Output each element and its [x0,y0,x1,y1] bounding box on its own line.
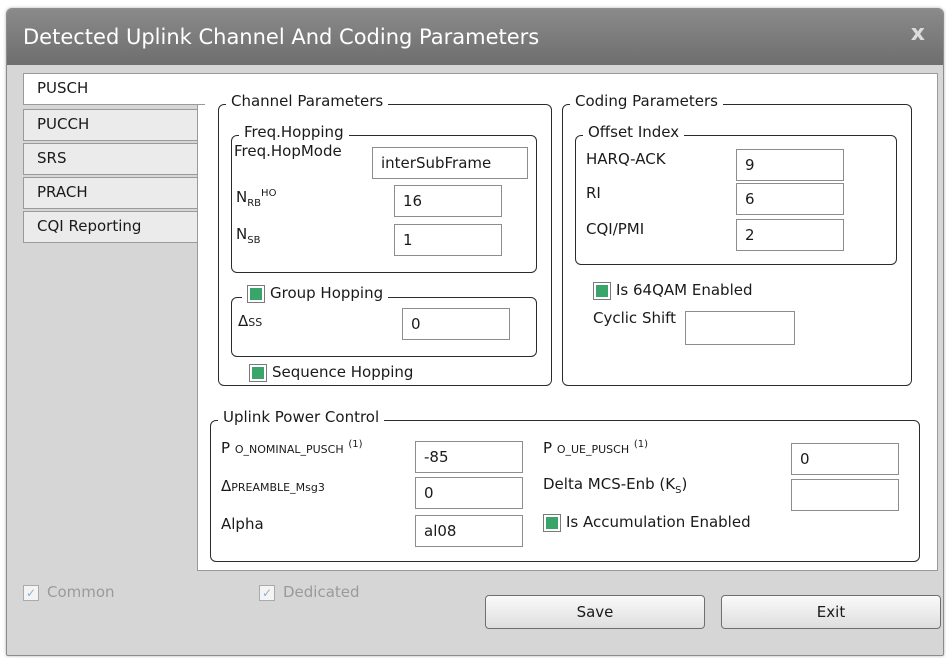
group-hopping-checkbox[interactable]: Group Hopping [242,284,389,303]
p-o-nominal-pusch-field[interactable]: -85 [415,441,523,473]
group-hopping-group: Group Hopping ΔSS 0 [231,284,537,357]
tab-label: SRS [37,149,67,167]
coding-parameters-legend: Coding Parameters [570,92,723,110]
freq-hop-mode-label: Freq.HopMode [234,142,342,160]
delta-mcs-enb-field[interactable] [791,479,899,511]
delta-mcs-text: Delta MCS-Enb (K [543,475,676,493]
nsb-label: NSB [236,225,260,246]
sequence-hopping-checkbox[interactable]: Sequence Hopping [249,363,414,382]
common-checkbox[interactable]: ✓ Common [23,583,115,601]
tab-label: PRACH [37,183,88,201]
delta-ss-label: ΔSS [238,312,262,330]
coding-parameters-group: Coding Parameters Offset Index HARQ-ACK … [562,92,912,386]
nsb-sub: SB [247,235,261,246]
delta-preamble-msg3-label: ΔPREAMBLE_Msg3 [221,477,325,495]
harq-ack-field[interactable]: 9 [736,149,844,181]
delta-preamble-sub: PREAMBLE_Msg3 [231,481,325,494]
is-accumulation-enabled-checkbox[interactable]: Is Accumulation Enabled [543,513,751,532]
checkbox-checked-icon [593,281,611,300]
checkbox-checked-icon [543,513,561,532]
p-o-ue-pusch-field[interactable]: 0 [791,443,899,475]
is-64qam-enabled-checkbox[interactable]: Is 64QAM Enabled [593,281,753,300]
p-o-ue-pusch-label: P O_UE_PUSCH (1) [543,439,648,457]
delta-preamble-main: Δ [221,477,232,495]
tab-cqi-reporting[interactable]: CQI Reporting [23,211,203,243]
p-ue-sub: O_UE_PUSCH [556,443,630,456]
tab-label: PUCCH [37,115,90,133]
delta-preamble-msg3-field[interactable]: 0 [415,477,523,509]
nrb-ho-field[interactable]: 16 [394,185,502,217]
ri-field[interactable]: 6 [736,183,844,215]
tab-prach[interactable]: PRACH [23,177,203,209]
pusch-panel: Channel Parameters Freq.Hopping Freq.Hop… [197,73,938,571]
common-label: Common [47,583,115,601]
nrb-main: N [236,188,248,206]
offset-index-legend: Offset Index [583,123,685,141]
delta-mcs-close: ) [681,475,688,493]
channel-parameters-legend: Channel Parameters [226,92,389,110]
tab-pusch[interactable]: PUSCH [23,73,205,105]
check-icon: ✓ [259,584,275,601]
p-ue-sup: (1) [633,439,649,450]
p-nominal-sub: O_NOMINAL_PUSCH [234,443,344,456]
tab-pucch[interactable]: PUCCH [23,109,203,141]
p-o-nominal-pusch-label: P O_NOMINAL_PUSCH (1) [221,439,363,457]
cyclic-shift-field[interactable] [685,311,795,345]
dedicated-checkbox[interactable]: ✓ Dedicated [259,583,360,601]
close-icon[interactable]: x [911,21,925,46]
tab-srs[interactable]: SRS [23,143,203,175]
nrb-ho-label: NRBHO [236,188,276,209]
cyclic-shift-label: Cyclic Shift [593,309,677,327]
freq-hopping-legend: Freq.Hopping [239,123,349,141]
tab-label: PUSCH [37,79,89,97]
harq-ack-label: HARQ-ACK [586,150,666,168]
delta-ss-field[interactable]: 0 [402,308,510,340]
nsb-field[interactable]: 1 [394,224,502,256]
delta-sub: SS [248,316,263,329]
nsb-main: N [236,225,248,243]
sequence-hopping-label: Sequence Hopping [272,363,414,381]
alpha-field[interactable]: al08 [415,515,523,547]
cqi-pmi-field[interactable]: 2 [736,219,844,251]
checkbox-checked-icon [249,363,267,382]
save-button[interactable]: Save [485,595,705,629]
freq-hopping-group: Freq.Hopping Freq.HopMode interSubFrame … [231,123,537,273]
p-nominal-sup: (1) [348,439,363,450]
dialog-window: Detected Uplink Channel And Coding Param… [6,8,944,656]
exit-button[interactable]: Exit [721,595,941,629]
title-bar[interactable]: Detected Uplink Channel And Coding Param… [7,9,943,65]
delta-mcs-enb-label: Delta MCS-Enb (KS) [543,475,687,496]
nrb-sub: RB [247,198,262,209]
delta-main: Δ [238,312,249,330]
uplink-power-control-group: Uplink Power Control P O_NOMINAL_PUSCH (… [210,408,920,562]
p-ue-main: P [543,439,553,457]
is-64qam-enabled-label: Is 64QAM Enabled [616,281,753,299]
cqi-pmi-label: CQI/PMI [586,220,645,238]
offset-index-group: Offset Index HARQ-ACK 9 RI 6 CQI/PMI 2 [575,123,897,265]
uplink-power-control-legend: Uplink Power Control [218,408,385,426]
ri-label: RI [586,184,601,202]
nrb-sup: HO [261,188,277,199]
window-title: Detected Uplink Channel And Coding Param… [23,25,540,49]
p-nominal-main: P [221,439,231,457]
freq-hop-mode-field[interactable]: interSubFrame [372,147,528,179]
group-hopping-label: Group Hopping [270,284,384,302]
channel-parameters-group: Channel Parameters Freq.Hopping Freq.Hop… [218,92,552,386]
check-icon: ✓ [23,584,39,601]
alpha-label: Alpha [221,515,264,533]
dedicated-label: Dedicated [283,583,360,601]
checkbox-checked-icon [247,284,265,303]
is-accumulation-enabled-label: Is Accumulation Enabled [566,513,751,531]
tab-label: CQI Reporting [37,217,142,235]
